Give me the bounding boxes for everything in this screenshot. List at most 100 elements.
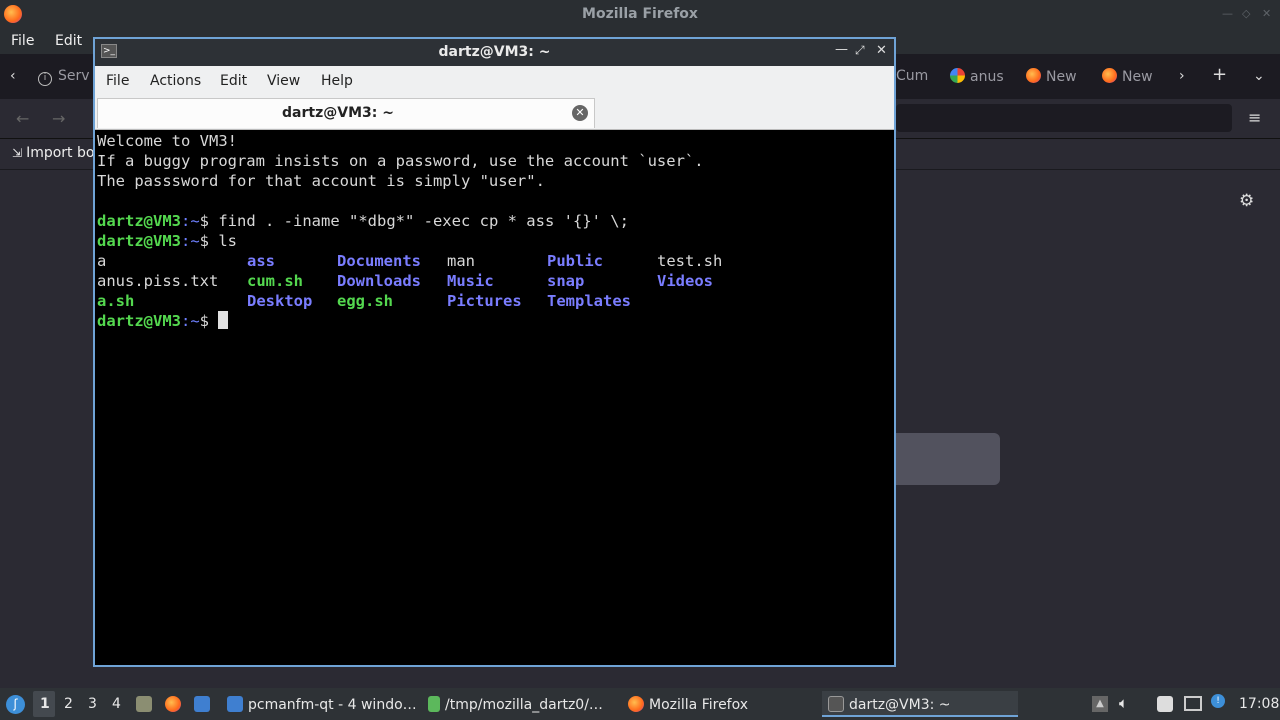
terminal-titlebar[interactable]: >_ dartz@VM3: ~ — ⤢ ✕ (95, 39, 894, 66)
prompt-symbol: $ (199, 212, 219, 230)
clock[interactable]: 17:08 (1239, 696, 1279, 712)
task-label: /tmp/mozilla_dartz0/… (445, 697, 603, 713)
ls-entry: a.sh (97, 292, 135, 310)
command-text: find . -iname "*dbg*" -exec cp * ass '{}… (218, 212, 629, 230)
terminal-screen[interactable]: Welcome to VM3! If a buggy program insis… (95, 130, 894, 665)
ls-entry: Music (447, 272, 494, 290)
menu-file[interactable]: File (11, 33, 34, 49)
url-bar[interactable] (896, 104, 1232, 132)
tab-scroll-right-icon[interactable]: › (1179, 68, 1185, 84)
terminal-tab[interactable]: dartz@VM3: ~ ✕ (97, 98, 595, 128)
terminal-tabbar: dartz@VM3: ~ ✕ (95, 96, 894, 130)
taskbar: ʃ 1 2 3 4 pcmanfm-qt - 4 windo… /tmp/moz… (0, 688, 1280, 720)
import-bookmarks-label: Import bo (26, 145, 95, 161)
new-tab-icon[interactable]: + (1212, 64, 1227, 85)
ls-entry: Templates (547, 292, 631, 310)
tab-new-1[interactable]: New (1026, 68, 1077, 85)
hamburger-menu-icon[interactable]: ≡ (1248, 108, 1261, 127)
ls-entry: Public (547, 252, 603, 270)
gear-icon[interactable]: ⚙ (1239, 191, 1254, 211)
prompt-path: :~ (181, 232, 200, 250)
prompt-path: :~ (181, 312, 200, 330)
tab-new-2[interactable]: New (1102, 68, 1153, 85)
prompt-user: dartz@VM3 (97, 232, 181, 250)
start-menu-icon[interactable]: ʃ (6, 695, 25, 714)
terminal-window-title: dartz@VM3: ~ (438, 44, 551, 60)
maximize-icon[interactable]: ⤢ (855, 43, 865, 58)
task-label: dartz@VM3: ~ (849, 697, 951, 713)
firefox-window-title: Mozilla Firefox (582, 6, 698, 22)
motd-line: The passsword for that account is simply… (97, 172, 545, 190)
tab-scroll-left-icon[interactable]: ‹ (10, 68, 16, 84)
ls-entry: test.sh (657, 252, 723, 270)
menu-help[interactable]: Help (321, 73, 353, 89)
desktop-4-button[interactable]: 4 (112, 696, 121, 712)
ls-entry: man (447, 252, 475, 270)
menu-view[interactable]: View (267, 73, 300, 89)
tab-serv[interactable]: i Serv (38, 68, 90, 86)
clipboard-icon[interactable] (1157, 696, 1173, 712)
google-icon (950, 68, 965, 83)
close-icon[interactable]: ✕ (1262, 7, 1271, 20)
forward-icon[interactable]: → (52, 109, 65, 128)
task-firefox[interactable]: Mozilla Firefox (622, 691, 754, 717)
tray-up-icon[interactable]: ▲ (1092, 696, 1108, 712)
volume-icon[interactable]: 🔈︎ (1119, 694, 1128, 712)
motd-line: If a buggy program insists on a password… (97, 152, 704, 170)
ls-entry: Pictures (447, 292, 522, 310)
menu-file[interactable]: File (106, 73, 129, 89)
menu-edit[interactable]: Edit (220, 73, 247, 89)
firefox-icon (1026, 68, 1041, 83)
minimize-icon[interactable]: — (1222, 7, 1233, 20)
ls-entry: anus.piss.txt (97, 272, 219, 290)
firefox-launcher-icon[interactable] (165, 696, 181, 712)
network-icon[interactable] (1184, 696, 1202, 711)
prompt-symbol: $ (199, 232, 219, 250)
text-cursor (218, 311, 229, 329)
task-pcmanfm[interactable]: pcmanfm-qt - 4 windo… (221, 691, 423, 717)
list-tabs-icon[interactable]: ⌄ (1253, 68, 1265, 84)
task-terminal[interactable]: dartz@VM3: ~ (822, 691, 1018, 717)
terminal-icon (828, 696, 844, 712)
terminal-window: >_ dartz@VM3: ~ — ⤢ ✕ File Actions Edit … (93, 37, 896, 667)
task-tmp-folder[interactable]: /tmp/mozilla_dartz0/… (422, 691, 609, 717)
command-line: dartz@VM3:~$ ls (97, 231, 237, 251)
command-line: dartz@VM3:~$ find . -iname "*dbg*" -exec… (97, 211, 629, 231)
update-icon[interactable]: ! (1211, 694, 1225, 708)
folder-icon (227, 696, 243, 712)
menu-actions[interactable]: Actions (150, 73, 201, 89)
command-line: dartz@VM3:~$ (97, 311, 229, 331)
ls-entry: Videos (657, 272, 713, 290)
import-bookmarks-button[interactable]: ⇲ Import bo (12, 145, 94, 161)
desktop-2-button[interactable]: 2 (64, 696, 73, 712)
prompt-symbol: $ (199, 312, 219, 330)
ls-entry: snap (547, 272, 585, 290)
back-icon[interactable]: ← (16, 109, 29, 128)
motd-line: Welcome to VM3! (97, 132, 237, 150)
terminal-tab-label: dartz@VM3: ~ (282, 105, 394, 121)
ls-entry: Desktop (247, 292, 313, 310)
desktop-3-button[interactable]: 3 (88, 696, 97, 712)
tab-label: New (1046, 69, 1077, 85)
file-manager-launcher-icon[interactable] (194, 696, 210, 712)
import-icon: ⇲ (12, 146, 23, 160)
ls-entry: Documents (337, 252, 421, 270)
close-icon[interactable]: ✕ (876, 43, 887, 58)
tab-label: New (1122, 69, 1153, 85)
terminal-menubar: File Actions Edit View Help (95, 66, 894, 96)
prompt-user: dartz@VM3 (97, 312, 181, 330)
ls-entry: Downloads (337, 272, 421, 290)
minimize-icon[interactable]: — (835, 42, 848, 57)
tab-anus[interactable]: anus (950, 68, 1004, 85)
tab-cum[interactable]: Cum (896, 68, 928, 84)
firefox-titlebar: Mozilla Firefox — ◇ ✕ (0, 0, 1280, 30)
show-desktop-icon[interactable] (136, 696, 152, 712)
maximize-icon[interactable]: ◇ (1242, 7, 1250, 20)
task-label: Mozilla Firefox (649, 697, 749, 713)
desktop-1-button[interactable]: 1 (40, 696, 50, 712)
ls-entry: egg.sh (337, 292, 393, 310)
newtab-search-box[interactable] (896, 433, 1000, 485)
tab-close-icon[interactable]: ✕ (572, 105, 588, 121)
menu-edit[interactable]: Edit (55, 33, 82, 49)
command-text: ls (218, 232, 238, 250)
